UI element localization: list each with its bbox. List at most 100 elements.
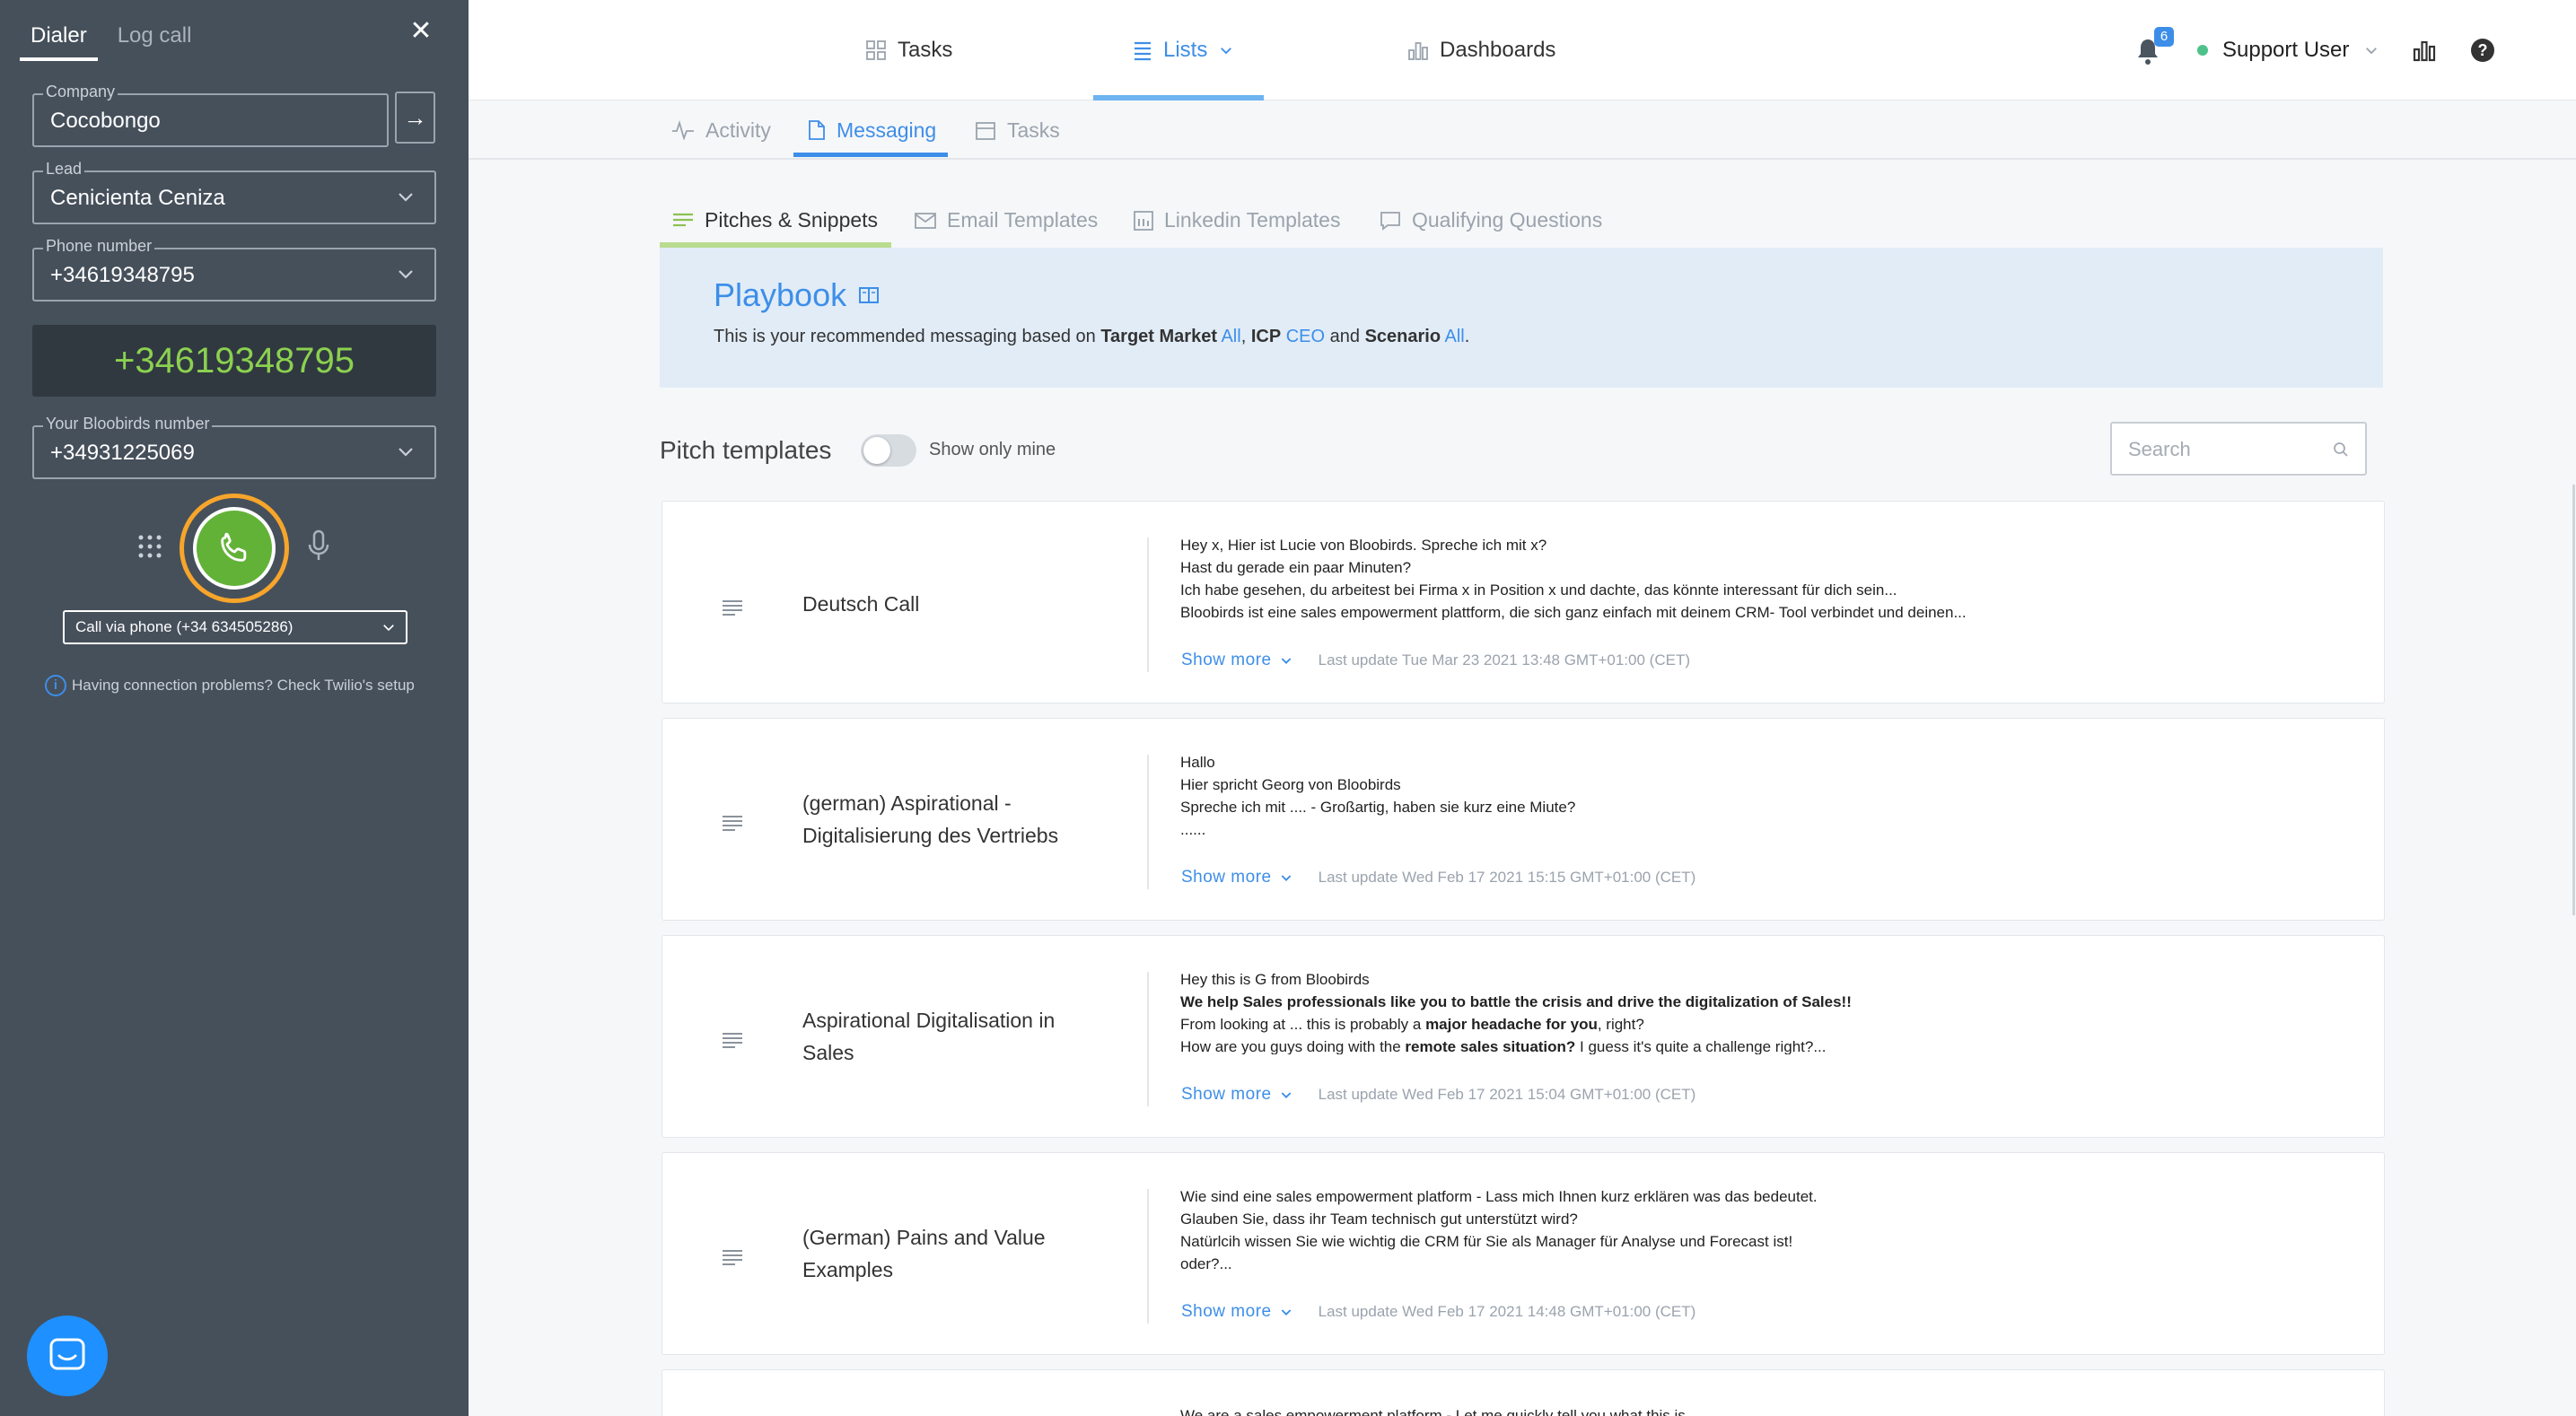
subnav-active-indicator <box>793 153 948 157</box>
tab-activity[interactable]: Activity <box>671 115 771 145</box>
last-update: Last update Wed Feb 17 2021 15:15 GMT+01… <box>1318 869 1696 886</box>
pitch-preview: Hey x, Hier ist Lucie von Bloobirds. Spr… <box>1180 534 2347 620</box>
playbook-title-row: Playbook <box>714 276 880 314</box>
tab-qualifying-questions[interactable]: Qualifying Questions <box>1380 208 1602 232</box>
lead-select[interactable]: Lead Cenicienta Ceniza <box>32 159 436 224</box>
connection-problems-link[interactable]: i Having connection problems? Check Twil… <box>45 675 415 696</box>
nav-tasks[interactable]: Tasks <box>865 32 952 68</box>
info-icon: i <box>45 675 66 696</box>
pitch-templates-title: Pitch templates <box>660 436 832 464</box>
microphone-icon[interactable] <box>305 529 332 562</box>
last-update: Last update Tue Mar 23 2021 13:48 GMT+01… <box>1318 651 1690 669</box>
pitch-card[interactable]: Deutsch Call Hey x, Hier ist Lucie von B… <box>662 501 2385 704</box>
notifications-button[interactable]: 6 <box>2134 27 2174 68</box>
pitch-preview: Wie sind eine sales empowerment platform… <box>1180 1185 2347 1272</box>
card-footer: Show more Last update Wed Feb 17 2021 15… <box>1181 1085 1695 1105</box>
scrollbar[interactable] <box>2572 485 2575 915</box>
call-button[interactable] <box>193 507 276 590</box>
card-divider <box>1147 1189 1149 1324</box>
lines-icon <box>673 213 693 226</box>
calendar-icon <box>976 122 995 140</box>
go-to-company-button[interactable]: → <box>395 92 435 144</box>
user-menu[interactable]: Support User <box>2197 32 2379 68</box>
card-divider <box>1147 755 1149 889</box>
online-status-dot <box>2197 45 2208 56</box>
tab-email-templates[interactable]: Email Templates <box>915 208 1098 232</box>
sub-navigation: Activity Messaging Tasks <box>469 101 2576 160</box>
pitch-card[interactable]: (german) Aspirational - Digitalisierung … <box>662 718 2385 921</box>
playbook-banner: Playbook This is your recommended messag… <box>660 248 2383 388</box>
activity-icon <box>672 120 694 140</box>
top-navigation: Tasks Lists Dashboards 6 Support User ? <box>469 0 2576 101</box>
tab-linkedin-label: Linkedin Templates <box>1164 208 1341 232</box>
tab-dialer[interactable]: Dialer <box>20 20 98 61</box>
close-icon[interactable]: ✕ <box>406 16 436 47</box>
text-segment: , right? <box>1597 1016 1644 1033</box>
chevron-down-icon <box>399 448 413 457</box>
pitch-preview-line: Hey this is G from Bloobirds <box>1180 971 1370 988</box>
show-more-button[interactable]: Show more <box>1181 868 1293 887</box>
text-segment-bold: major headache for you <box>1425 1016 1598 1033</box>
toggle-knob <box>863 437 890 464</box>
icp-value[interactable]: CEO <box>1286 327 1325 346</box>
show-more-button[interactable]: Show more <box>1181 1085 1293 1105</box>
chat-launcher-button[interactable] <box>27 1315 108 1396</box>
bloobirds-number-value: +34931225069 <box>50 441 195 465</box>
tab-messaging[interactable]: Messaging <box>808 115 936 145</box>
target-market-value[interactable]: All <box>1221 327 1240 346</box>
bloobirds-number-select[interactable]: Your Bloobirds number +34931225069 <box>32 414 436 479</box>
tab-pitches-snippets[interactable]: Pitches & Snippets <box>672 208 878 232</box>
tab-email-label: Email Templates <box>947 208 1099 232</box>
dial-display-number: +34619348795 <box>32 325 436 397</box>
call-via-select[interactable]: Call via phone (+34 634505286) <box>63 610 407 644</box>
pitch-card[interactable]: We are a sales empowerment platform - Le… <box>662 1369 2385 1416</box>
card-footer: Show more Last update Wed Feb 17 2021 14… <box>1181 1302 1695 1322</box>
list-icon <box>1135 41 1151 61</box>
tab-linkedin-templates[interactable]: Linkedin Templates <box>1134 208 1340 232</box>
show-more-button[interactable]: Show more <box>1181 651 1293 670</box>
search-icon <box>2334 442 2348 457</box>
and-word: and <box>1329 327 1360 346</box>
scenario-label: Scenario <box>1364 327 1441 346</box>
tab-log-call[interactable]: Log call <box>118 20 192 61</box>
help-button[interactable]: ? <box>2470 32 2495 68</box>
speech-bubble-icon <box>1380 211 1400 231</box>
pitch-preview-line: Hey x, Hier ist Lucie von Bloobirds. Spr… <box>1180 537 1547 554</box>
chevron-down-icon <box>1281 1092 1291 1098</box>
lines-icon <box>723 1033 742 1048</box>
show-more-button[interactable]: Show more <box>1181 1302 1293 1322</box>
phone-number-select[interactable]: Phone number +34619348795 <box>32 236 436 302</box>
icp-label: ICP <box>1250 327 1282 346</box>
pitch-card[interactable]: Aspirational Digitalisation in Sales Hey… <box>662 935 2385 1138</box>
analytics-button[interactable] <box>2413 32 2436 68</box>
pitch-name: (german) Aspirational - Digitalisierung … <box>802 791 1059 847</box>
lines-icon <box>723 600 742 616</box>
show-only-mine-label: Show only mine <box>929 440 1056 459</box>
connection-problems-text: Having connection problems? Check Twilio… <box>72 677 415 694</box>
tab-messaging-label: Messaging <box>837 118 937 142</box>
text-segment: How are you guys doing with the <box>1180 1038 1406 1054</box>
nav-dashboards[interactable]: Dashboards <box>1407 32 1555 68</box>
text-segment: From looking at ... this is probably a <box>1180 1016 1426 1033</box>
last-update: Last update Wed Feb 17 2021 14:48 GMT+01… <box>1318 1303 1696 1320</box>
scenario-value[interactable]: All <box>1445 327 1465 346</box>
pitch-preview: We are a sales empowerment platform - Le… <box>1180 1404 2347 1416</box>
target-market-label: Target Market <box>1100 327 1217 346</box>
help-icon: ? <box>2471 39 2494 62</box>
pitch-preview-line: How are you guys doing with the remote s… <box>1180 1036 2347 1054</box>
card-divider <box>1147 972 1149 1106</box>
arrow-right-icon: → <box>403 104 427 131</box>
pitch-preview-line: From looking at ... this is probably a m… <box>1180 1013 2347 1036</box>
keypad-icon[interactable] <box>136 533 163 560</box>
pitch-card[interactable]: (German) Pains and Value Examples Wie si… <box>662 1152 2385 1355</box>
search-input[interactable] <box>2128 436 2326 463</box>
tab-qualifying-label: Qualifying Questions <box>1412 208 1603 232</box>
dialer-panel: Dialer Log call ✕ Company Cocobongo → Le… <box>0 0 469 1416</box>
nav-tasks-label: Tasks <box>898 38 953 62</box>
tab-tasks[interactable]: Tasks <box>975 115 1060 145</box>
company-field[interactable]: Company Cocobongo <box>32 82 389 147</box>
nav-lists[interactable]: Lists <box>1133 32 1234 68</box>
call-via-value: Call via phone (+34 634505286) <box>75 618 294 635</box>
show-only-mine-toggle[interactable] <box>861 434 916 467</box>
chevron-down-icon <box>399 270 413 279</box>
